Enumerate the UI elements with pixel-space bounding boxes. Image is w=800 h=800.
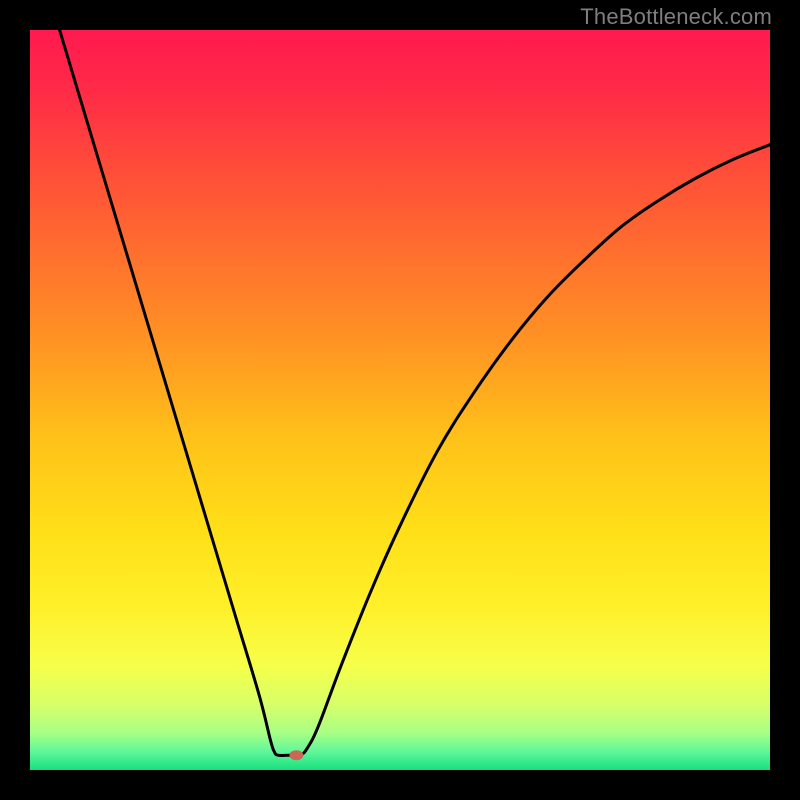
chart-frame (30, 30, 770, 770)
watermark-text: TheBottleneck.com (580, 4, 772, 30)
optimal-point-marker (289, 750, 303, 760)
chart-background (30, 30, 770, 770)
bottleneck-chart (30, 30, 770, 770)
